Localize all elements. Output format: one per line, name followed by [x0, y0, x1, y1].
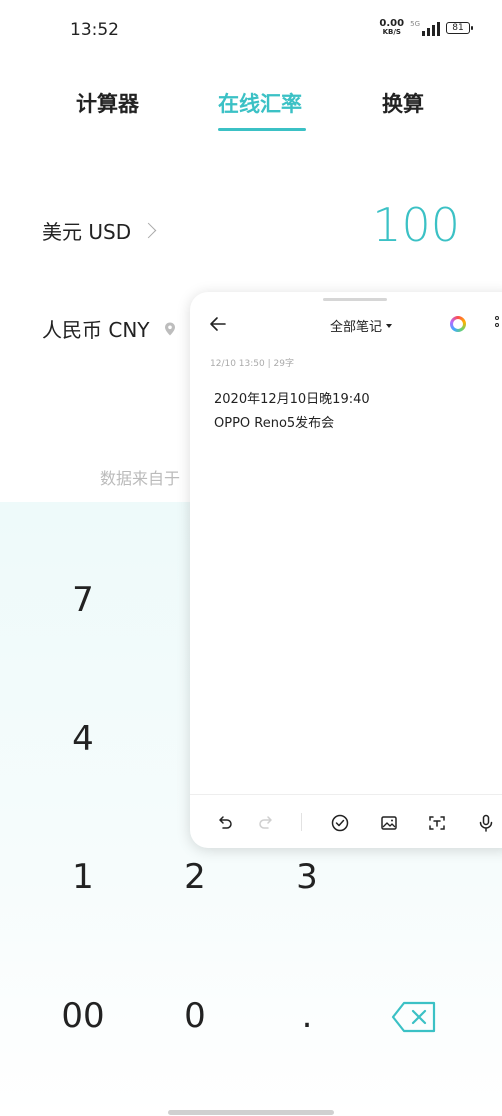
signal-icon: 5G: [410, 20, 440, 36]
from-amount[interactable]: 100: [372, 198, 460, 252]
note-text-line[interactable]: OPPO Reno5发布会: [214, 412, 334, 431]
status-indicators: 0.00 KB/S 5G 81: [379, 18, 473, 37]
note-toolbar: [190, 794, 502, 848]
data-source-text: 数据来自于: [100, 469, 181, 488]
image-icon[interactable]: [379, 813, 399, 833]
scan-text-icon[interactable]: [427, 813, 447, 833]
active-tab-indicator: [218, 128, 306, 131]
key-00[interactable]: 00: [43, 996, 123, 1036]
chevron-right-icon: [140, 222, 157, 239]
to-currency-label: 人民币 CNY: [42, 318, 150, 342]
undo-icon[interactable]: [215, 813, 235, 833]
notes-title: 全部笔记: [330, 320, 383, 335]
key-2[interactable]: 2: [155, 857, 235, 897]
home-indicator[interactable]: [168, 1110, 334, 1115]
checklist-icon[interactable]: [330, 813, 350, 833]
toolbar-divider: [301, 813, 302, 831]
location-icon: [164, 322, 175, 335]
key-7[interactable]: 7: [43, 580, 123, 620]
redo-icon[interactable]: [256, 813, 276, 833]
battery-icon: 81: [446, 22, 473, 34]
microphone-icon[interactable]: [476, 813, 496, 833]
notes-floating-window[interactable]: 全部笔记 12/10 13:50 | 29字 2020年12月10日晚19:40…: [190, 292, 502, 848]
status-time: 13:52: [70, 20, 119, 40]
key-1[interactable]: 1: [43, 857, 123, 897]
more-options-icon[interactable]: [495, 316, 499, 327]
notes-folder-selector[interactable]: 全部笔记: [330, 316, 393, 335]
from-currency-label: 美元 USD: [42, 220, 132, 244]
key-4[interactable]: 4: [43, 719, 123, 759]
caret-down-icon: [386, 323, 393, 328]
net-speed: 0.00 KB/S: [379, 18, 405, 37]
tab-online-exchange-rate[interactable]: 在线汇率: [218, 88, 302, 118]
key-decimal[interactable]: .: [267, 996, 347, 1036]
note-text-line[interactable]: 2020年12月10日晚19:40: [214, 388, 370, 407]
tab-calculator[interactable]: 计算器: [76, 88, 139, 118]
backspace-icon[interactable]: [390, 1000, 438, 1034]
key-3[interactable]: 3: [267, 857, 347, 897]
back-arrow-icon[interactable]: [208, 314, 228, 334]
window-drag-handle[interactable]: [323, 298, 387, 301]
from-currency-selector[interactable]: 美元 USD: [42, 216, 157, 245]
tab-conversion[interactable]: 换算: [382, 88, 424, 118]
to-currency-selector[interactable]: 人民币 CNY: [42, 314, 178, 343]
key-0[interactable]: 0: [155, 996, 235, 1036]
color-palette-icon[interactable]: [450, 316, 466, 332]
note-meta: 12/10 13:50 | 29字: [210, 359, 294, 369]
